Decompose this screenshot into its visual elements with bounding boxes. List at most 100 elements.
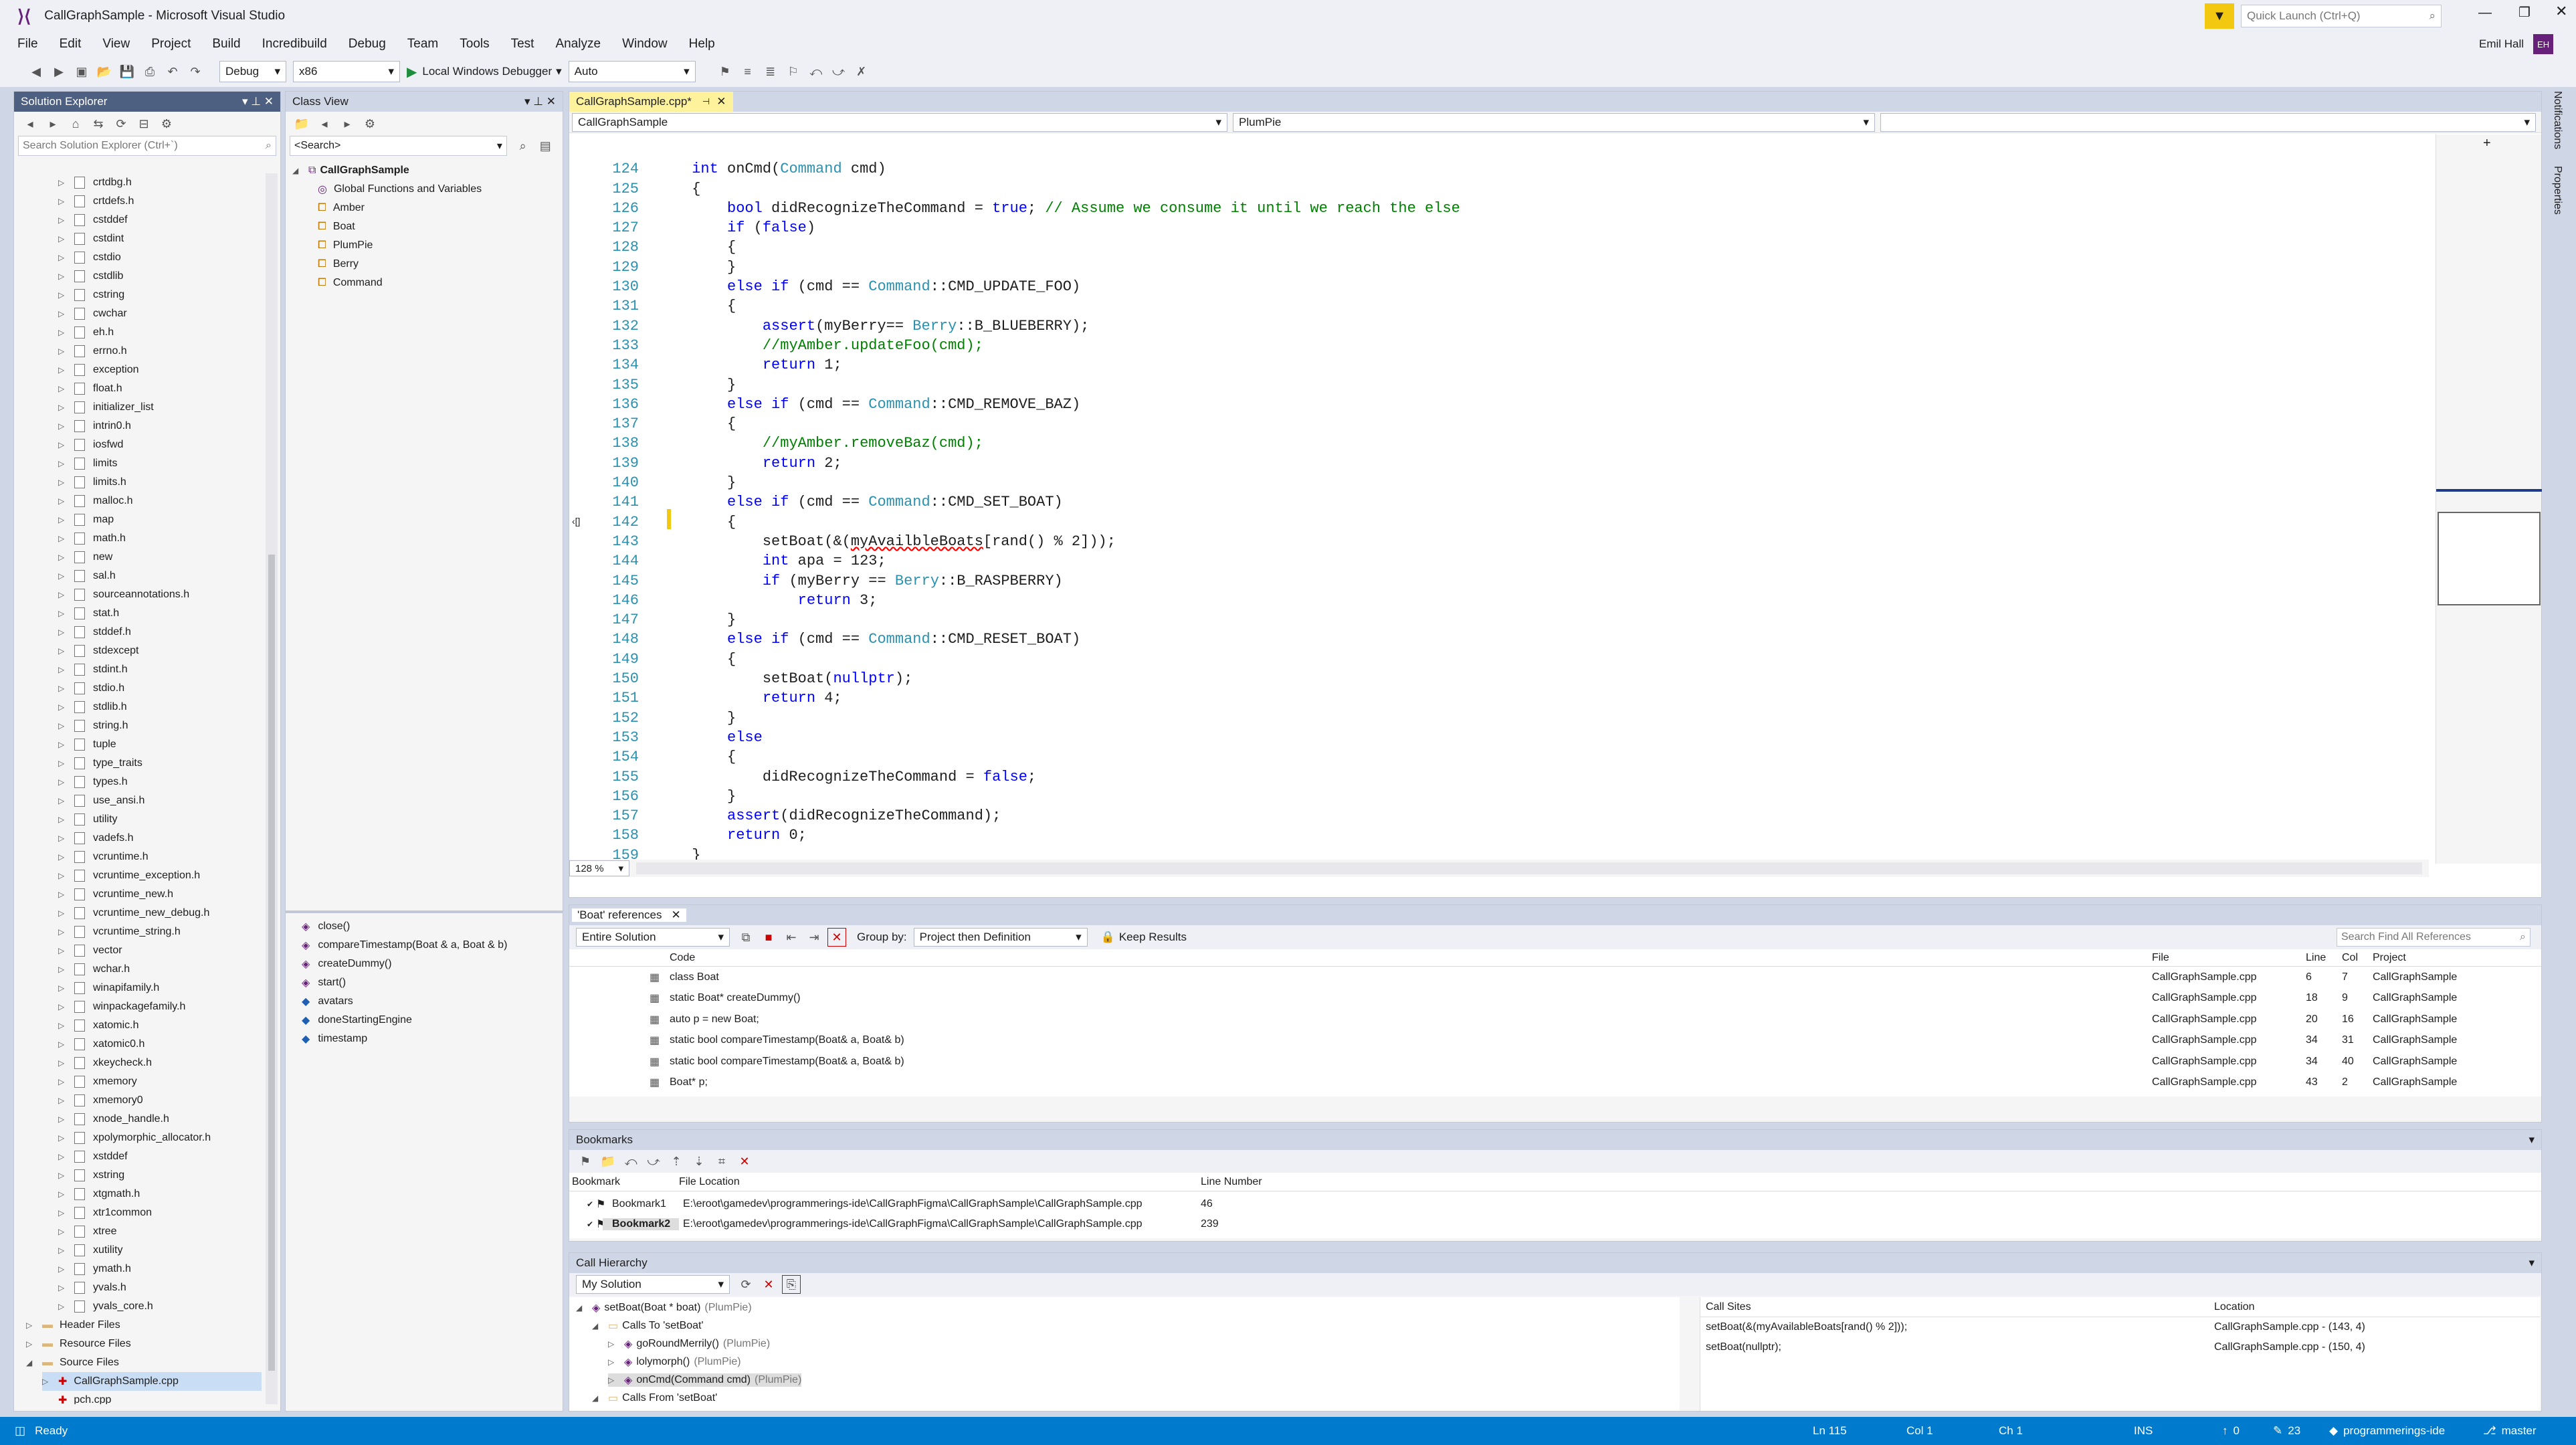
code-view[interactable]: 124 int onCmd(Command cmd) 125 {126 bool … bbox=[592, 140, 2331, 866]
expand-icon[interactable]: ◢ bbox=[292, 166, 308, 175]
class-item[interactable]: ◎ Global Functions and Variables bbox=[318, 180, 563, 199]
expand-icon[interactable]: ▷ bbox=[58, 272, 74, 281]
tree-file[interactable]: ▷ ymath.h bbox=[58, 1260, 262, 1278]
pin-icon[interactable]: ▾ bbox=[2529, 1256, 2535, 1270]
filter-icon[interactable]: ✕ bbox=[827, 928, 846, 947]
tree-file[interactable]: ▷ tuple bbox=[58, 735, 262, 754]
tree-file[interactable]: ▷ xutility bbox=[58, 1241, 262, 1260]
expand-icon[interactable]: ▷ bbox=[58, 440, 74, 450]
checkbox[interactable]: ✔ bbox=[569, 1199, 593, 1209]
menu-edit[interactable]: Edit bbox=[60, 37, 82, 52]
tree-file[interactable]: ▷ vadefs.h bbox=[58, 829, 262, 848]
status-repo[interactable]: ◆ programmerings-ide bbox=[2329, 1424, 2445, 1438]
table-row[interactable]: ▦ Boat* p; CallGraphSample.cpp 43 2 CallGraph… bbox=[569, 1072, 2541, 1094]
expand-icon[interactable]: ▷ bbox=[26, 1321, 42, 1330]
tree-folder[interactable]: ◢ ▬ Source Files bbox=[26, 1353, 262, 1372]
pin-icon[interactable]: ▾ ⊥ ✕ bbox=[524, 95, 556, 108]
table-row[interactable]: ▦void selectBoat(Boat* newBoat, bool dum… bbox=[569, 1093, 2541, 1096]
tree-file[interactable]: ▷ crtdbg.h bbox=[58, 173, 262, 192]
menu-project[interactable]: Project bbox=[151, 37, 191, 52]
filter-icon[interactable]: ▼ bbox=[2205, 3, 2234, 29]
column-line-number[interactable]: Line Number bbox=[1201, 1176, 1334, 1188]
references-search-input[interactable]: Search Find All References ⌕ bbox=[2337, 928, 2531, 947]
prev-location-icon[interactable]: ⇤ bbox=[782, 928, 801, 947]
tab-boat-references[interactable]: 'Boat' references ✕ bbox=[572, 908, 686, 922]
tree-file[interactable]: ▷ exception bbox=[58, 361, 262, 379]
expand-icon[interactable]: ▷ bbox=[58, 197, 74, 206]
remove-root-icon[interactable]: ✕ bbox=[759, 1275, 778, 1294]
tree-file[interactable]: ▷ xmemory bbox=[58, 1072, 262, 1091]
expand-icon[interactable]: ▷ bbox=[58, 1302, 74, 1311]
expand-icon[interactable]: ▷ bbox=[58, 609, 74, 618]
expand-icon[interactable]: ▷ bbox=[58, 890, 74, 899]
tab-properties[interactable]: Properties bbox=[2551, 166, 2563, 215]
expand-icon[interactable]: ▷ bbox=[58, 1208, 74, 1218]
expand-icon[interactable]: ▷ bbox=[608, 1357, 624, 1367]
expand-icon[interactable]: ▷ bbox=[58, 178, 74, 187]
class-item[interactable]: ⧠ Command bbox=[318, 274, 563, 292]
tree-file[interactable]: ▷ xnode_handle.h bbox=[58, 1110, 262, 1129]
forward-icon[interactable]: ▸ bbox=[43, 114, 62, 133]
stop-icon[interactable]: ■ bbox=[759, 928, 778, 947]
column-code[interactable]: Code bbox=[670, 952, 2152, 964]
tree-file[interactable]: ▷ iosfwd bbox=[58, 436, 262, 454]
clear-search-icon[interactable]: ▤ bbox=[536, 136, 555, 155]
expand-icon[interactable]: ▷ bbox=[58, 927, 74, 937]
expand-icon[interactable]: ▷ bbox=[58, 1021, 74, 1030]
tree-folder[interactable]: ▷ ▬ Resource Files bbox=[26, 1335, 262, 1353]
column-col[interactable]: Col bbox=[2342, 952, 2373, 964]
tree-file[interactable]: ▷ xtr1common bbox=[58, 1203, 262, 1222]
caller-node[interactable]: ▷ ◈ goRoundMerrily() (PlumPie) bbox=[576, 1335, 1680, 1353]
expand-icon[interactable]: ▷ bbox=[608, 1339, 624, 1349]
tree-file[interactable]: ▷ string.h bbox=[58, 716, 262, 735]
expand-icon[interactable]: ▷ bbox=[58, 459, 74, 468]
class-member[interactable]: ◈ createDummy() bbox=[302, 955, 507, 973]
tree-file[interactable]: ▷ malloc.h bbox=[58, 492, 262, 510]
restore-button[interactable]: ❐ bbox=[2518, 4, 2531, 21]
configuration-select[interactable]: Debug ▾ bbox=[219, 61, 286, 82]
expand-icon[interactable]: ▷ bbox=[58, 290, 74, 300]
quick-launch-input[interactable]: Quick Launch (Ctrl+Q) ⌕ bbox=[2241, 5, 2442, 27]
tree-file[interactable]: ▷ vcruntime.h bbox=[58, 848, 262, 866]
tree-source-file[interactable]: ✚ pch.cpp bbox=[42, 1391, 262, 1404]
platform-select[interactable]: x86 ▾ bbox=[293, 61, 400, 82]
status-branch[interactable]: ⎇ master bbox=[2483, 1424, 2537, 1438]
comment-icon[interactable]: ≡ bbox=[738, 62, 757, 81]
menu-analyze[interactable]: Analyze bbox=[555, 37, 601, 52]
table-row[interactable]: ▦ auto p = new Boat; CallGraphSample.cpp 20… bbox=[569, 1009, 2541, 1030]
tree-file[interactable]: ▷ stdlib.h bbox=[58, 698, 262, 716]
open-folder-icon[interactable]: 📂 bbox=[95, 62, 114, 81]
tree-file[interactable]: ▷ sourceannotations.h bbox=[58, 585, 262, 604]
expand-icon[interactable]: ▷ bbox=[608, 1375, 624, 1385]
back-icon[interactable]: ◂ bbox=[21, 114, 39, 133]
start-debugging-button[interactable]: ▶ Local Windows Debugger ▾ bbox=[407, 64, 562, 80]
expand-icon[interactable]: ▷ bbox=[58, 328, 74, 337]
tree-file[interactable]: ▷ xpolymorphic_allocator.h bbox=[58, 1129, 262, 1147]
caller-node[interactable]: ▷ ◈ onCmd(Command cmd) (PlumPie) bbox=[576, 1371, 1680, 1389]
menu-help[interactable]: Help bbox=[689, 37, 715, 52]
class-item[interactable]: ⧠ PlumPie bbox=[318, 236, 563, 255]
table-row[interactable]: setBoat(nullptr); CallGraphSample.cpp - (… bbox=[1700, 1337, 2540, 1357]
call-hierarchy-scope-select[interactable]: My Solution ▾ bbox=[576, 1275, 730, 1294]
tree-file[interactable]: ▷ stdint.h bbox=[58, 660, 262, 679]
refresh-icon[interactable]: ⟳ bbox=[112, 114, 130, 133]
expand-icon[interactable]: ▷ bbox=[42, 1377, 58, 1386]
expand-icon[interactable]: ▷ bbox=[58, 1227, 74, 1236]
save-icon[interactable]: 💾 bbox=[118, 62, 136, 81]
new-bookmark-folder-icon[interactable]: 📁 bbox=[599, 1152, 617, 1171]
solution-search-input[interactable]: Search Solution Explorer (Ctrl+`) ⌕ bbox=[18, 136, 276, 156]
tree-file[interactable]: ▷ new bbox=[58, 548, 262, 567]
call-hierarchy-header[interactable]: Call Hierarchy ▾ bbox=[569, 1253, 2541, 1273]
expand-icon[interactable]: ▷ bbox=[58, 1133, 74, 1143]
expand-icon[interactable]: ▷ bbox=[58, 834, 74, 843]
expand-icon[interactable]: ▷ bbox=[58, 571, 74, 581]
column-file[interactable]: File bbox=[2152, 952, 2306, 964]
tree-file[interactable]: ▷ xatomic.h bbox=[58, 1016, 262, 1035]
checkbox[interactable]: ✔ bbox=[569, 1220, 593, 1229]
tree-file[interactable]: ▷ cstdint bbox=[58, 229, 262, 248]
column-line[interactable]: Line bbox=[2306, 952, 2342, 964]
expand-icon[interactable]: ▷ bbox=[58, 365, 74, 375]
expand-icon[interactable]: ▷ bbox=[58, 815, 74, 824]
tree-file[interactable]: ▷ sal.h bbox=[58, 567, 262, 585]
tree-file[interactable]: ▷ math.h bbox=[58, 529, 262, 548]
